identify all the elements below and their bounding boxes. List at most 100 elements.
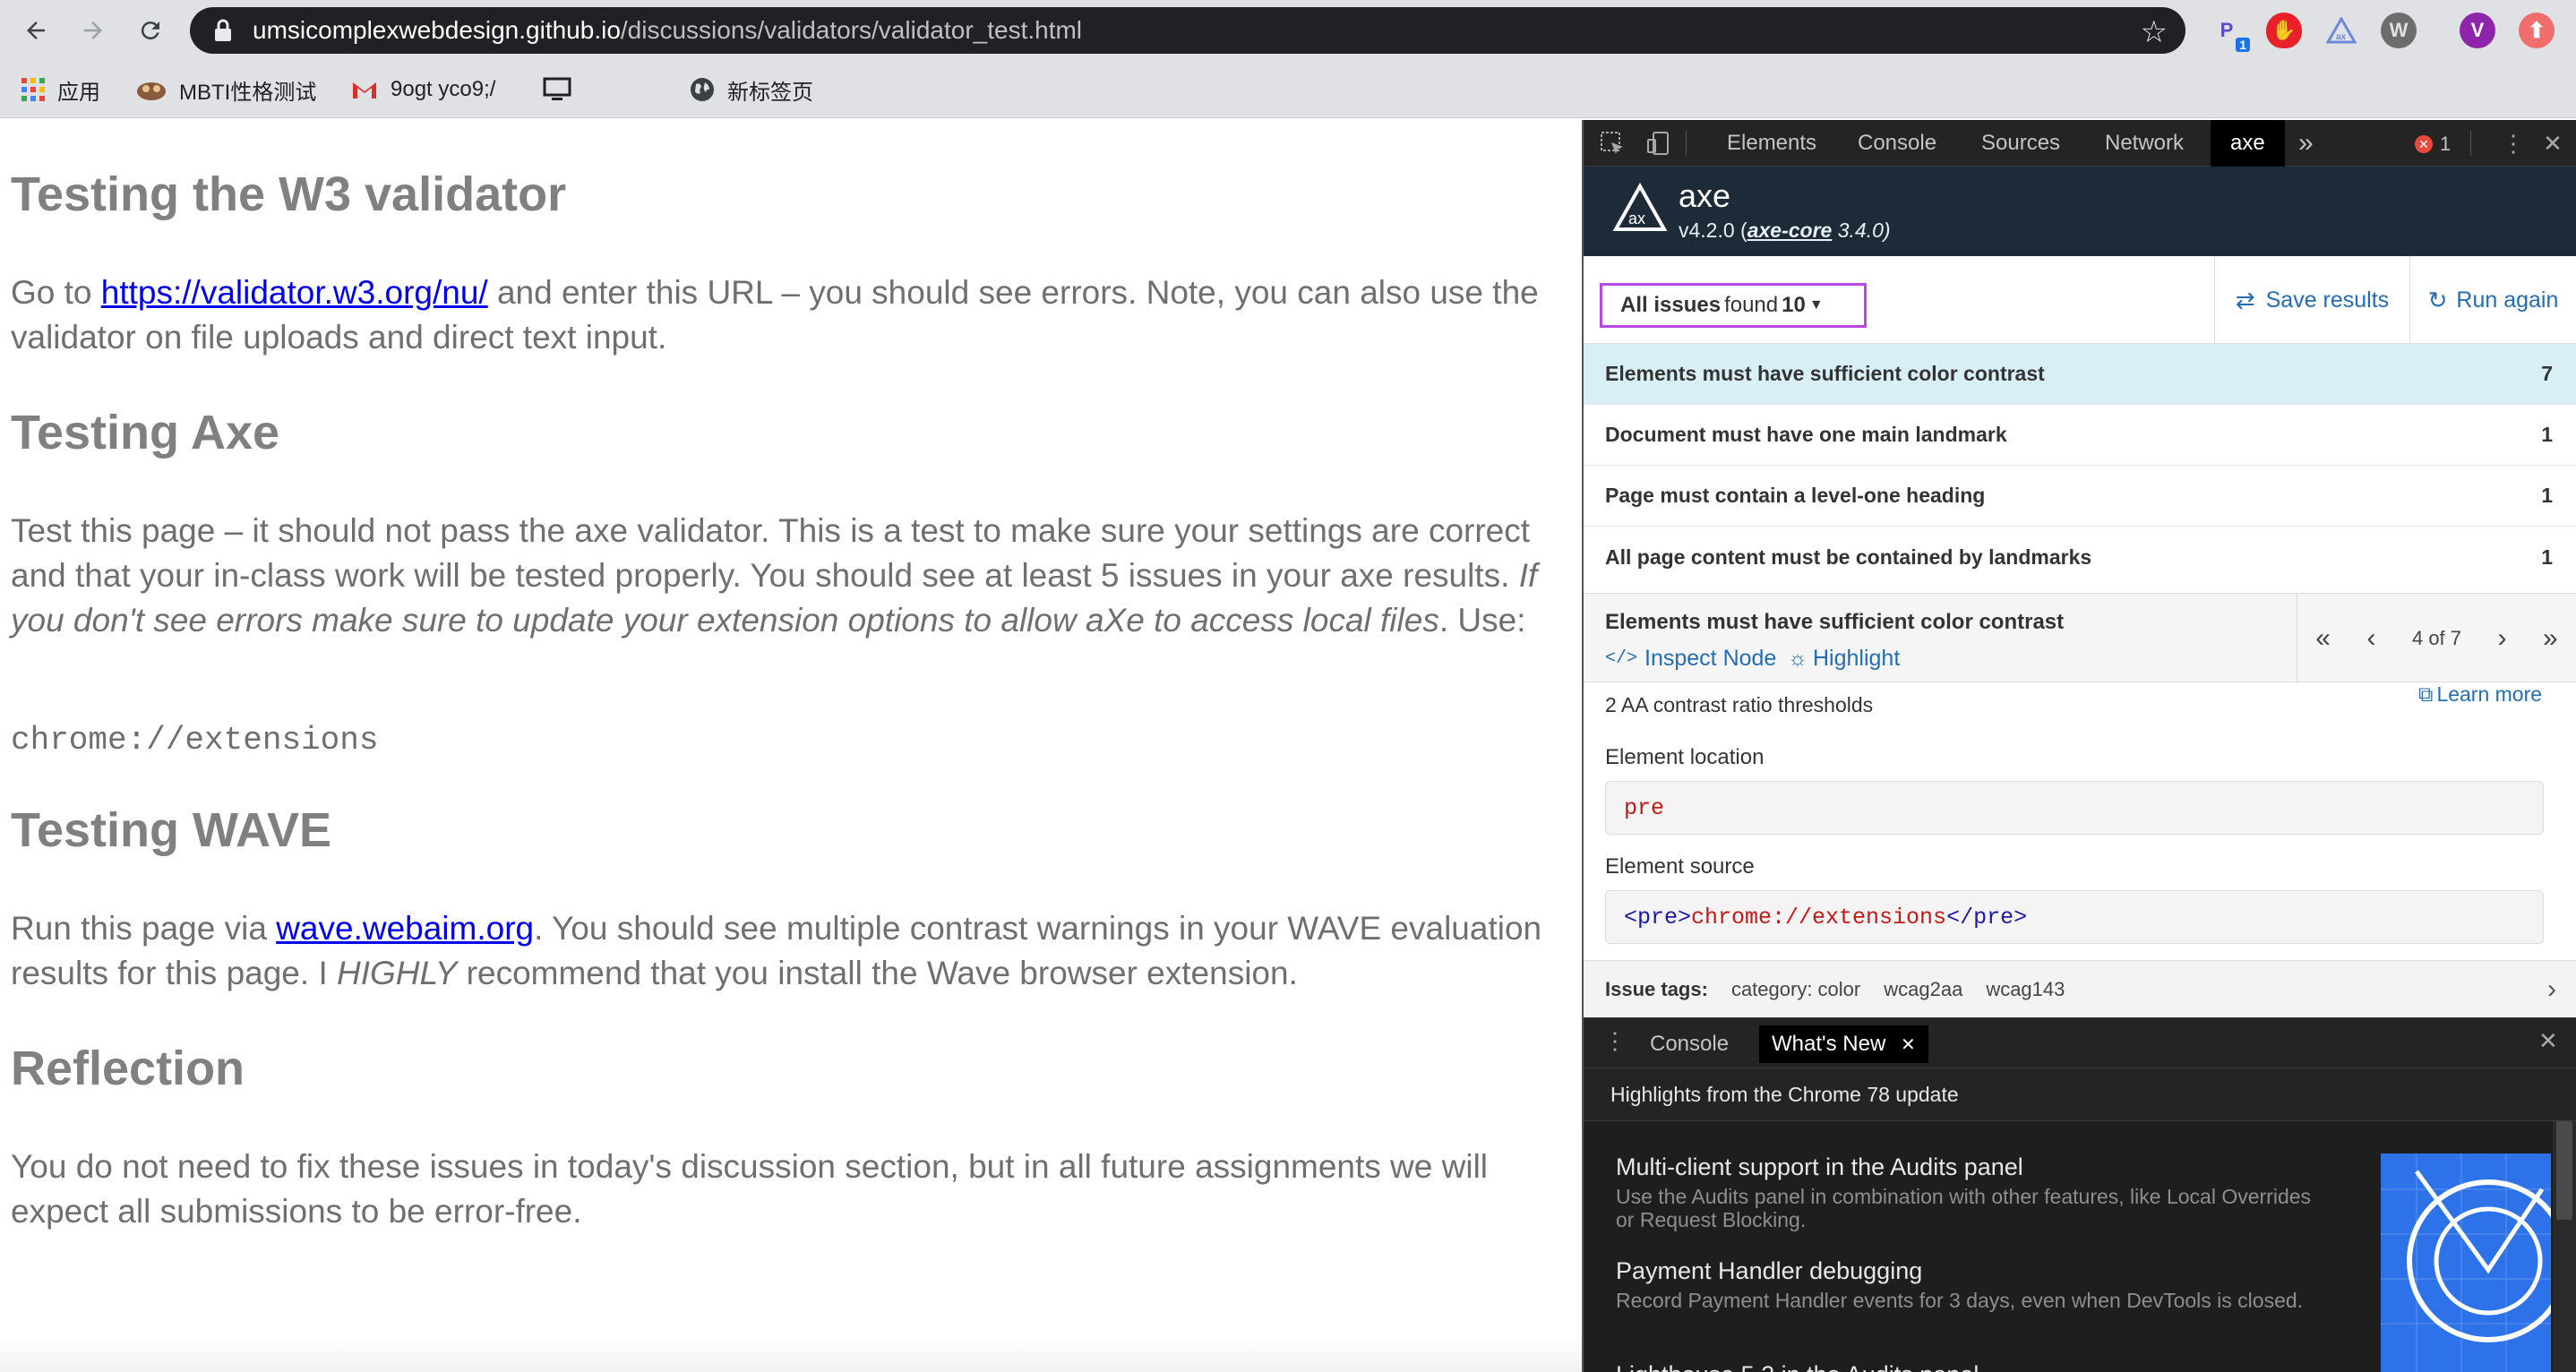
- axe-core-link[interactable]: axe-core: [1747, 219, 1833, 242]
- node-pager: « ‹ 4 of 7 › »: [2297, 594, 2576, 683]
- heading-reflection: Reflection: [11, 1042, 245, 1095]
- whats-new-heading: Highlights from the Chrome 78 update: [1584, 1068, 2576, 1121]
- external-link-icon: ⧉: [2418, 682, 2434, 706]
- heading-w3: Testing the W3 validator: [11, 167, 567, 221]
- bookmark-gmail[interactable]: 9ogt yco9;/: [351, 73, 495, 106]
- axe-title: axe: [1679, 177, 1731, 214]
- bookmark-mbti[interactable]: MBTI性格测试: [136, 73, 316, 106]
- first-page-icon[interactable]: «: [2315, 623, 2331, 654]
- whats-new-item[interactable]: Multi-client support in the Audits panel…: [1616, 1153, 2314, 1231]
- highlight-sun-icon: ☼: [1788, 646, 1807, 671]
- drawer-tabbar: ⋮ Console What's New ✕ ✕: [1584, 1017, 2576, 1068]
- inspect-element-icon[interactable]: [1596, 127, 1628, 159]
- chrome-update-illustration: [2381, 1153, 2551, 1372]
- heading-wave: Testing WAVE: [11, 803, 332, 857]
- tab-divider-right: [2470, 131, 2471, 156]
- element-location-code: pre: [1605, 781, 2544, 835]
- forward-button[interactable]: [73, 11, 113, 50]
- pager-count: 4 of 7: [2411, 627, 2462, 649]
- back-button[interactable]: [16, 11, 56, 50]
- issue-detail-body: 2 AA contrast ratio thresholds ⧉ Learn m…: [1584, 682, 2576, 960]
- profile-avatar[interactable]: V: [2460, 13, 2495, 48]
- issue-tag: wcag2aa: [1884, 977, 1963, 1000]
- element-source-code: <pre> chrome://extensions </pre>: [1605, 890, 2544, 944]
- drawer-tab-whats-new[interactable]: What's New ✕: [1759, 1025, 1928, 1063]
- tab-sources[interactable]: Sources: [1971, 120, 2071, 167]
- devtools-panel: Elements Console Sources Network axe » ✕…: [1582, 120, 2576, 1372]
- run-again-button[interactable]: ↻ Run again: [2409, 256, 2576, 344]
- url-text: umsicomplexwebdesign.github.io/discussio…: [253, 16, 1083, 44]
- axe-header: ax axe v4.2.0 (axe-core 3.4.0): [1584, 167, 2576, 256]
- wave-extension-icon[interactable]: W: [2381, 13, 2417, 48]
- svg-text:ax: ax: [1628, 210, 1645, 227]
- error-icon: ✕: [2415, 135, 2433, 153]
- tab-elements[interactable]: Elements: [1716, 120, 1827, 167]
- learn-more-link[interactable]: ⧉ Learn more: [2418, 682, 2542, 707]
- swap-arrows-icon: ⇄: [2235, 286, 2255, 313]
- drawer-menu-icon[interactable]: ⋮: [1603, 1027, 1627, 1055]
- update-arrow-icon[interactable]: ⬆: [2519, 13, 2555, 48]
- bookmark-apps[interactable]: 应用: [21, 73, 100, 106]
- issue-row[interactable]: Page must contain a level-one heading 1: [1584, 466, 2576, 527]
- extension-p-icon[interactable]: P1: [2209, 13, 2250, 52]
- scrollbar-thumb[interactable]: [2556, 1121, 2572, 1220]
- bookmark-monitor[interactable]: [543, 73, 584, 106]
- devtools-menu-icon[interactable]: ⋮: [2497, 127, 2529, 159]
- svg-text:ax: ax: [2336, 32, 2347, 42]
- caret-down-icon: ▼: [1808, 297, 1824, 313]
- page-content: Testing the W3 validator Go to https://v…: [0, 120, 1582, 1372]
- highlight-button[interactable]: ☼ Highlight: [1788, 646, 1900, 672]
- rerun-icon: ↻: [2427, 286, 2448, 313]
- issue-row[interactable]: Elements must have sufficient color cont…: [1584, 344, 2576, 405]
- save-results-button[interactable]: ⇄ Save results: [2214, 256, 2409, 344]
- close-tab-icon[interactable]: ✕: [1901, 1035, 1916, 1055]
- prev-page-icon[interactable]: ‹: [2366, 623, 2375, 654]
- address-bar[interactable]: umsicomplexwebdesign.github.io/discussio…: [190, 7, 2185, 54]
- globe-icon: [690, 77, 715, 102]
- apps-grid-icon: [21, 78, 45, 101]
- bookmark-star-icon[interactable]: ☆: [2141, 14, 2168, 50]
- monitor-icon: [543, 77, 571, 102]
- clipped-description-line: [1605, 682, 2555, 684]
- tab-network[interactable]: Network: [2094, 120, 2194, 167]
- axe-logo-icon: ax: [1612, 182, 1668, 237]
- axe-version: v4.2.0 (axe-core 3.4.0): [1679, 219, 1891, 242]
- whats-new-item[interactable]: Lighthouse 5.2 in the Audits panel: [1616, 1361, 2314, 1372]
- issues-filter-dropdown[interactable]: All issues found 10 ▼: [1600, 283, 1867, 328]
- validator-link[interactable]: https://validator.w3.org/nu/: [101, 274, 488, 311]
- browser-toolbar: umsicomplexwebdesign.github.io/discussio…: [0, 0, 2576, 61]
- paragraph-axe: Test this page – it should not pass the …: [11, 512, 1538, 639]
- more-tabs-button[interactable]: »: [2288, 120, 2324, 167]
- whats-new-scrollbar[interactable]: [2553, 1121, 2576, 1372]
- wave-link[interactable]: wave.webaim.org: [276, 910, 534, 947]
- bookmark-new-tab[interactable]: 新标签页: [690, 73, 813, 106]
- adblock-extension-icon[interactable]: ✋: [2266, 13, 2302, 48]
- axe-results-bar: All issues found 10 ▼ ⇄ Save results ↻ R…: [1584, 256, 2576, 344]
- reload-button[interactable]: [131, 11, 170, 50]
- gmail-icon: [351, 79, 378, 100]
- tab-console[interactable]: Console: [1847, 120, 1947, 167]
- close-devtools-icon[interactable]: ✕: [2537, 127, 2569, 159]
- chevron-right-icon[interactable]: ›: [2547, 974, 2556, 1005]
- close-drawer-icon[interactable]: ✕: [2538, 1027, 2558, 1055]
- axe-extension-icon[interactable]: ax: [2323, 13, 2359, 48]
- element-location-label: Element location: [1605, 745, 1765, 769]
- tab-axe[interactable]: axe: [2211, 120, 2285, 167]
- issue-tags-bar[interactable]: Issue tags: category: color wcag2aa wcag…: [1584, 960, 2576, 1017]
- issue-tag: wcag143: [1986, 977, 2065, 1000]
- inspect-node-button[interactable]: </> Inspect Node: [1605, 646, 1776, 672]
- arrow-left-icon: [27, 21, 45, 39]
- last-page-icon[interactable]: »: [2543, 623, 2558, 654]
- issue-row[interactable]: Document must have one main landmark 1: [1584, 405, 2576, 466]
- device-toolbar-icon[interactable]: [1643, 127, 1675, 159]
- whats-new-item[interactable]: Payment Handler debugging Record Payment…: [1616, 1257, 2314, 1312]
- error-counter[interactable]: ✕ 1: [2415, 133, 2451, 156]
- issue-tag: category: color: [1730, 977, 1861, 1000]
- drawer-tab-console[interactable]: Console: [1637, 1025, 1741, 1063]
- issue-row[interactable]: All page content must be contained by la…: [1584, 527, 2576, 587]
- code-brackets-icon: </>: [1605, 648, 1638, 669]
- next-page-icon[interactable]: ›: [2498, 623, 2507, 654]
- code-extensions: chrome://extensions: [11, 722, 379, 759]
- whats-new-content: Multi-client support in the Audits panel…: [1584, 1121, 2576, 1372]
- paragraph-w3: Go to https://validator.w3.org/nu/ and e…: [11, 274, 1539, 356]
